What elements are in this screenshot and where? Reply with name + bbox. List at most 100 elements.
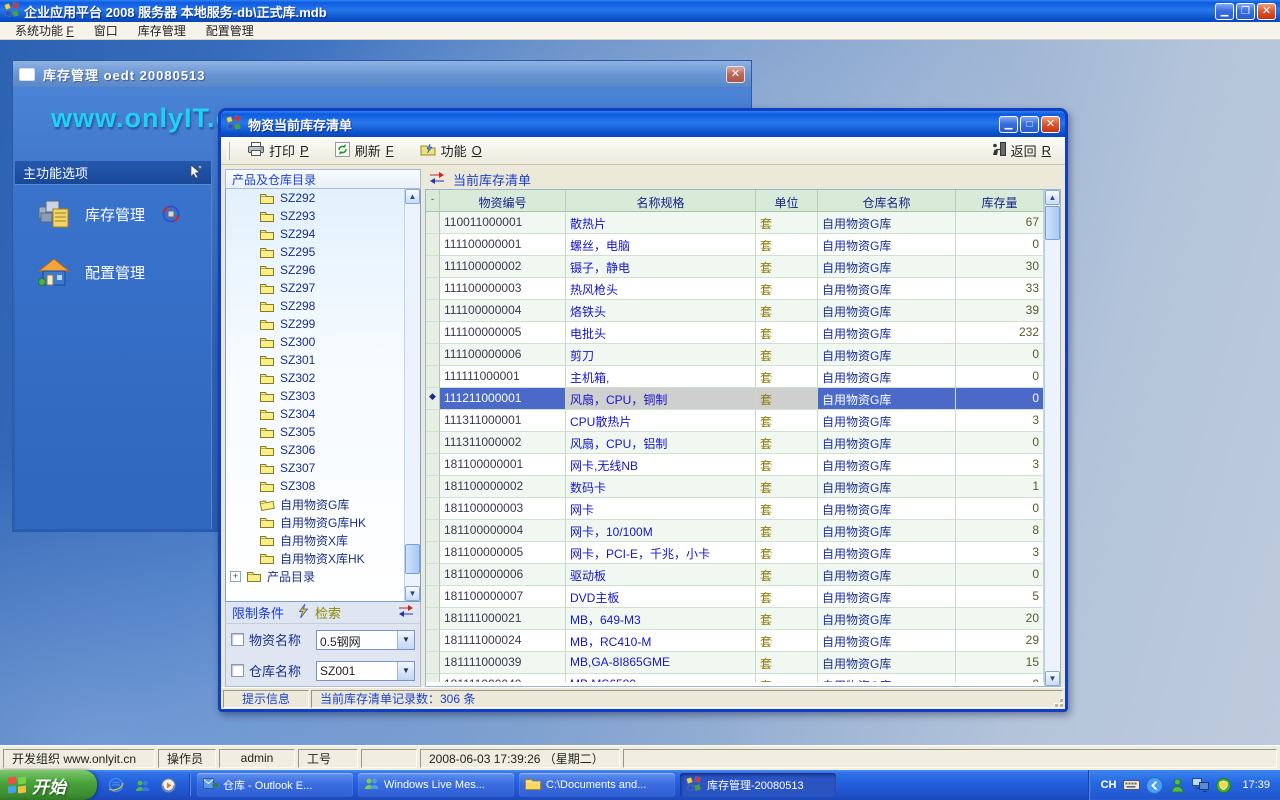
- tree-item-自用物资G库[interactable]: 自用物资G库: [226, 495, 420, 513]
- checkbox[interactable]: [231, 664, 244, 677]
- sync-arrows-icon[interactable]: [398, 605, 414, 620]
- table-row[interactable]: 111100000006剪刀套自用物资G库0: [426, 344, 1044, 366]
- table-row[interactable]: 181100000002数码卡套自用物资G库1: [426, 476, 1044, 498]
- table-row[interactable]: 181111000040MB,MS6580套自用物资G库0: [426, 674, 1044, 682]
- table-row[interactable]: 181100000001网卡,无线NB套自用物资G库3: [426, 454, 1044, 476]
- menu-item-3[interactable]: 配置管理: [197, 21, 263, 40]
- search-button[interactable]: 检索: [315, 603, 341, 622]
- table-row[interactable]: 111311000001CPU散热片套自用物资G库3: [426, 410, 1044, 432]
- menu-item-1[interactable]: 窗口: [85, 21, 127, 40]
- toolbar-功能-button[interactable]: 功能O: [412, 138, 490, 163]
- table-row[interactable]: 111100000003热风枪头套自用物资G库33: [426, 278, 1044, 300]
- person-icon[interactable]: [1169, 777, 1186, 794]
- table-row[interactable]: 110011000001散热片套自用物资G库67: [426, 212, 1044, 234]
- table-row[interactable]: 111311000002风扇，CPU，铝制套自用物资G库0: [426, 432, 1044, 454]
- tree-item-SZ298[interactable]: SZ298: [226, 297, 420, 315]
- chevron-down-icon[interactable]: ▼: [397, 631, 414, 649]
- close-button[interactable]: ✕: [1041, 116, 1060, 133]
- tree-item-SZ295[interactable]: SZ295: [226, 243, 420, 261]
- ime-indicator[interactable]: CH: [1101, 779, 1117, 791]
- restore-button[interactable]: ❐: [1236, 3, 1255, 20]
- messenger-quick-icon[interactable]: [133, 776, 151, 794]
- scroll-up-icon[interactable]: ▲: [405, 189, 420, 204]
- tree-item-SZ307[interactable]: SZ307: [226, 459, 420, 477]
- scrollbar-thumb[interactable]: [1045, 206, 1060, 240]
- task-button-1[interactable]: Windows Live Mes...: [358, 773, 514, 797]
- expand-plus-icon[interactable]: +: [230, 571, 241, 582]
- toolbar-grip[interactable]: [227, 142, 230, 160]
- table-row[interactable]: ◆111211000001风扇，CPU，铜制套自用物资G库0: [426, 388, 1044, 410]
- tree-item-SZ302[interactable]: SZ302: [226, 369, 420, 387]
- minimize-button[interactable]: ▁: [999, 116, 1018, 133]
- ie-icon[interactable]: [107, 776, 125, 794]
- chevron-left-icon[interactable]: [1146, 777, 1163, 794]
- scroll-down-icon[interactable]: ▼: [1045, 671, 1060, 686]
- tree-item-SZ300[interactable]: SZ300: [226, 333, 420, 351]
- tree-item-SZ294[interactable]: SZ294: [226, 225, 420, 243]
- grid-column-header[interactable]: 仓库名称: [818, 190, 956, 212]
- table-row[interactable]: 181111000021MB，649-M3套自用物资G库20: [426, 608, 1044, 630]
- tree-item-SZ303[interactable]: SZ303: [226, 387, 420, 405]
- tree-item-SZ301[interactable]: SZ301: [226, 351, 420, 369]
- menu-item-0[interactable]: 系统功能 F: [6, 21, 83, 40]
- tree-item-SZ292[interactable]: SZ292: [226, 189, 420, 207]
- checkbox[interactable]: [231, 633, 244, 646]
- network-icon[interactable]: [1192, 777, 1209, 794]
- chevron-down-icon[interactable]: ▼: [397, 662, 414, 680]
- start-button[interactable]: 开始: [0, 770, 97, 800]
- filter-combobox[interactable]: 0.5钢网▼: [316, 630, 415, 650]
- tree-item-SZ296[interactable]: SZ296: [226, 261, 420, 279]
- sidebar-item-1[interactable]: 配置管理: [15, 243, 211, 301]
- maximize-button[interactable]: □: [1020, 116, 1039, 133]
- task-button-3[interactable]: 库存管理-20080513: [680, 773, 836, 797]
- scroll-down-icon[interactable]: ▼: [405, 586, 420, 601]
- inventory-window-close-icon[interactable]: ✕: [726, 66, 745, 83]
- grid-column-header[interactable]: 物资编号: [440, 190, 566, 212]
- table-row[interactable]: 181100000004网卡，10/100M套自用物资G库8: [426, 520, 1044, 542]
- table-row[interactable]: 111111000001主机箱,套自用物资G库0: [426, 366, 1044, 388]
- table-row[interactable]: 181100000007DVD主板套自用物资G库5: [426, 586, 1044, 608]
- task-button-2[interactable]: C:\Documents and...: [519, 773, 675, 797]
- stock-list-titlebar[interactable]: 物资当前库存清单 ▁ □ ✕: [221, 111, 1065, 137]
- table-row[interactable]: 181100000003网卡套自用物资G库0: [426, 498, 1044, 520]
- tree-item-SZ306[interactable]: SZ306: [226, 441, 420, 459]
- table-row[interactable]: 111100000005电批头套自用物资G库232: [426, 322, 1044, 344]
- filter-combobox[interactable]: SZ001▼: [316, 661, 415, 681]
- tree-item-SZ305[interactable]: SZ305: [226, 423, 420, 441]
- table-row[interactable]: 181111000024MB，RC410-M套自用物资G库29: [426, 630, 1044, 652]
- tree-item-自用物资X库HK[interactable]: 自用物资X库HK: [226, 549, 420, 567]
- tree-item-SZ297[interactable]: SZ297: [226, 279, 420, 297]
- tree-scrollbar[interactable]: ▲ ▼: [404, 189, 420, 601]
- toolbar-打印-button[interactable]: 打印P: [240, 138, 317, 163]
- tree-item-SZ308[interactable]: SZ308: [226, 477, 420, 495]
- resize-grip[interactable]: [1051, 695, 1063, 707]
- table-row[interactable]: 111100000004烙铁头套自用物资G库39: [426, 300, 1044, 322]
- back-button[interactable]: 返回R: [983, 138, 1059, 163]
- tree-item-SZ304[interactable]: SZ304: [226, 405, 420, 423]
- scrollbar-thumb[interactable]: [405, 544, 420, 574]
- table-row[interactable]: 181111000039MB,GA-8I865GME套自用物资G库15: [426, 652, 1044, 674]
- table-row[interactable]: 111100000002镊子，静电套自用物资G库30: [426, 256, 1044, 278]
- menu-item-2[interactable]: 库存管理: [129, 21, 195, 40]
- toolbar-刷新-button[interactable]: 刷新F: [327, 138, 402, 163]
- tree-item-自用物资G库HK[interactable]: 自用物资G库HK: [226, 513, 420, 531]
- grid-column-header[interactable]: 单位: [756, 190, 818, 212]
- inventory-window-titlebar[interactable]: 库存管理 oedt 20080513 ✕: [13, 61, 751, 87]
- grid-column-header[interactable]: 库存量: [956, 190, 1044, 212]
- sidebar-item-0[interactable]: 库存管理: [15, 185, 211, 243]
- update-shield-icon[interactable]: [1215, 777, 1232, 794]
- tree-item-自用物资X库[interactable]: 自用物资X库: [226, 531, 420, 549]
- table-row[interactable]: 181100000006驱动板套自用物资G库0: [426, 564, 1044, 586]
- tree-item-产品目录[interactable]: +产品目录: [226, 567, 420, 585]
- task-button-0[interactable]: 仓库 - Outlook E...: [197, 773, 353, 797]
- grid-column-header[interactable]: 名称规格: [566, 190, 756, 212]
- tree-item-SZ299[interactable]: SZ299: [226, 315, 420, 333]
- close-button[interactable]: ✕: [1257, 3, 1276, 20]
- table-row[interactable]: 111100000001螺丝，电脑套自用物资G库0: [426, 234, 1044, 256]
- keyboard-icon[interactable]: [1123, 777, 1140, 794]
- grid-scrollbar[interactable]: ▲ ▼: [1044, 190, 1060, 686]
- media-quick-icon[interactable]: [159, 776, 177, 794]
- table-row[interactable]: 181100000005网卡，PCI-E，千兆，小卡套自用物资G库3: [426, 542, 1044, 564]
- scroll-up-icon[interactable]: ▲: [1045, 190, 1060, 205]
- tree-item-SZ293[interactable]: SZ293: [226, 207, 420, 225]
